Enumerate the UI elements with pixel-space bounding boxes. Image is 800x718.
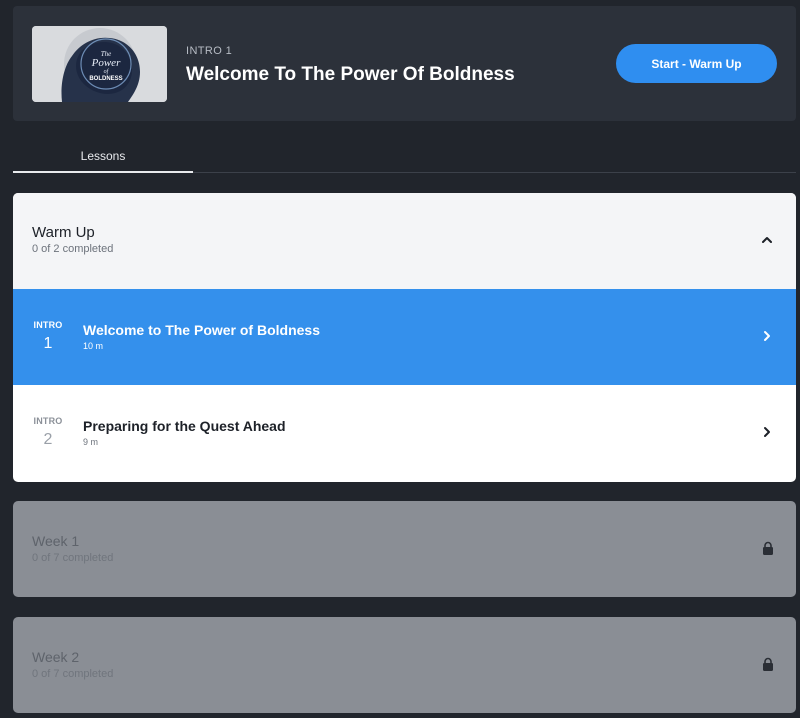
lesson-duration: 10 m [83,341,104,351]
lesson-number: 1 [43,335,53,352]
tab-lessons[interactable]: Lessons [13,140,193,173]
lesson-title: Preparing for the Quest Ahead [83,418,286,434]
lesson-item-intro-1[interactable]: INTRO 1 Welcome to The Power of Boldness… [13,289,796,385]
course-thumbnail: The Power of BOLDNESS [32,26,167,102]
section-progress: 0 of 7 completed [32,552,114,564]
lock-icon [763,657,773,671]
page-title: Welcome To The Power Of Boldness [186,64,515,85]
chevron-right-icon[interactable] [760,425,774,439]
section-title: Week 1 [32,533,80,549]
lesson-item-intro-2[interactable]: INTRO 2 Preparing for the Quest Ahead 9 … [13,385,796,481]
section-progress: 0 of 2 completed [32,243,114,255]
section-warm-up-header[interactable]: Warm Up 0 of 2 completed [13,193,796,289]
thumbnail-title-line2: Power [91,57,121,69]
lock-icon [763,541,773,555]
lesson-duration: 9 m [83,437,99,447]
section-progress: 0 of 7 completed [32,668,114,680]
chevron-up-icon[interactable] [760,233,774,247]
tab-bar: Lessons [13,140,796,173]
start-warm-up-button[interactable]: Start - Warm Up [616,44,777,83]
course-header: The Power of BOLDNESS INTRO 1 Welcome To… [13,6,796,121]
chevron-right-icon[interactable] [760,329,774,343]
lesson-intro-label: INTRO 1 [186,45,233,57]
thumbnail-title-line4: BOLDNESS [89,76,122,82]
section-title: Warm Up [32,224,95,241]
lesson-tag: INTRO [33,320,63,330]
section-week-2: Week 2 0 of 7 completed [13,617,796,713]
section-warm-up: Warm Up 0 of 2 completed INTRO 1 Welcome… [13,193,796,482]
section-title: Week 2 [32,649,80,665]
course-cover-image: The Power of BOLDNESS [32,26,167,102]
lesson-number: 2 [43,431,53,448]
lesson-title: Welcome to The Power of Boldness [83,322,321,338]
lesson-tag: INTRO [33,416,63,426]
section-week-1: Week 1 0 of 7 completed [13,501,796,597]
